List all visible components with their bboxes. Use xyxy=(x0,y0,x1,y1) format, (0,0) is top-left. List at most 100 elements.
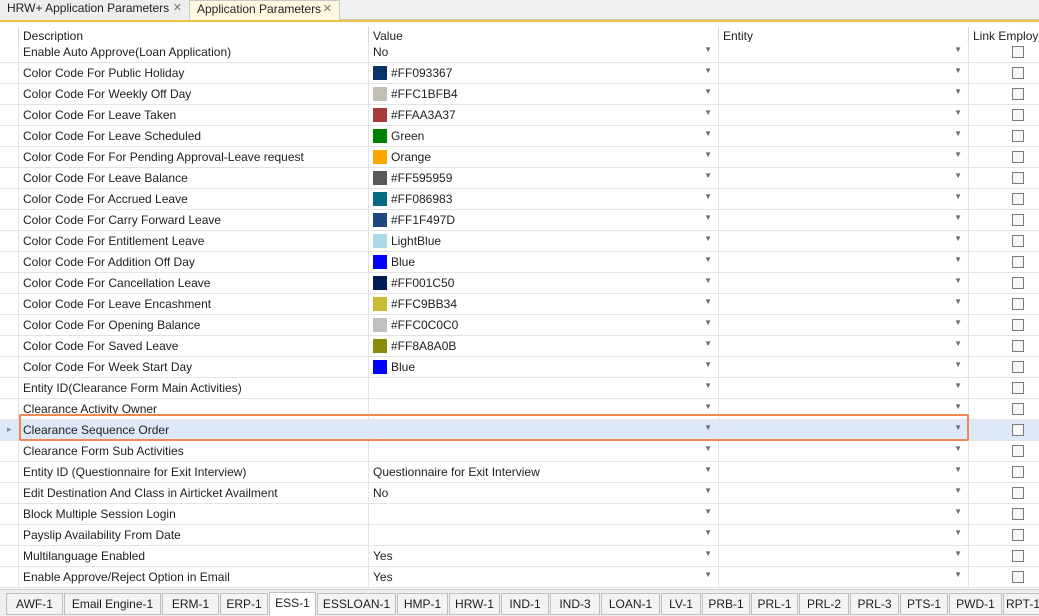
description-cell[interactable]: Enable Auto Approve(Loan Application) xyxy=(19,42,369,62)
table-row[interactable]: Color Code For Weekly Off Day #FFC1BFB4 ▼ ▼ xyxy=(0,84,1039,105)
entity-cell[interactable]: ▼ xyxy=(719,252,969,272)
dropdown-arrow-icon[interactable]: ▼ xyxy=(954,570,962,579)
module-tab-prb-1[interactable]: PRB-1 xyxy=(702,593,750,615)
value-cell[interactable]: #FF093367 ▼ xyxy=(369,63,719,83)
entity-cell[interactable]: ▼ xyxy=(719,525,969,545)
row-indicator[interactable] xyxy=(0,168,19,188)
row-indicator[interactable]: ▸ xyxy=(0,420,19,440)
value-cell[interactable]: #FF8A8A0B ▼ xyxy=(369,336,719,356)
row-indicator[interactable] xyxy=(0,105,19,125)
dropdown-arrow-icon[interactable]: ▼ xyxy=(704,528,712,537)
close-icon[interactable]: ✕ xyxy=(173,1,182,14)
link-employee-checkbox[interactable] xyxy=(1012,256,1024,268)
table-row[interactable]: Block Multiple Session Login ▼ ▼ xyxy=(0,504,1039,525)
dropdown-arrow-icon[interactable]: ▼ xyxy=(704,465,712,474)
description-cell[interactable]: Clearance Activity Owner xyxy=(19,399,369,419)
entity-cell[interactable]: ▼ xyxy=(719,357,969,377)
dropdown-arrow-icon[interactable]: ▼ xyxy=(954,486,962,495)
value-cell[interactable]: ▼ xyxy=(369,504,719,524)
entity-cell[interactable]: ▼ xyxy=(719,168,969,188)
value-cell[interactable]: No ▼ xyxy=(369,483,719,503)
dropdown-arrow-icon[interactable]: ▼ xyxy=(954,360,962,369)
dropdown-arrow-icon[interactable]: ▼ xyxy=(954,549,962,558)
dropdown-arrow-icon[interactable]: ▼ xyxy=(704,276,712,285)
module-tab-loan-1[interactable]: LOAN-1 xyxy=(601,593,660,615)
row-indicator[interactable] xyxy=(0,336,19,356)
row-indicator[interactable] xyxy=(0,525,19,545)
dropdown-arrow-icon[interactable]: ▼ xyxy=(704,318,712,327)
module-tab-email-engine-1[interactable]: Email Engine-1 xyxy=(64,593,161,615)
entity-cell[interactable]: ▼ xyxy=(719,441,969,461)
dropdown-arrow-icon[interactable]: ▼ xyxy=(954,276,962,285)
link-employee-checkbox[interactable] xyxy=(1012,151,1024,163)
table-row[interactable]: Enable Approve/Reject Option in Email Yes… xyxy=(0,567,1039,588)
module-tab-ind-1[interactable]: IND-1 xyxy=(501,593,549,615)
value-cell[interactable]: Orange ▼ xyxy=(369,147,719,167)
link-employee-checkbox[interactable] xyxy=(1012,214,1024,226)
link-employee-checkbox[interactable] xyxy=(1012,88,1024,100)
table-row[interactable]: Payslip Availability From Date ▼ ▼ xyxy=(0,525,1039,546)
description-cell[interactable]: Color Code For Opening Balance xyxy=(19,315,369,335)
value-cell[interactable]: ▼ xyxy=(369,441,719,461)
description-cell[interactable]: Color Code For Leave Encashment xyxy=(19,294,369,314)
tab-application-parameters[interactable]: Application Parameters ✕ xyxy=(189,0,340,21)
row-indicator[interactable] xyxy=(0,126,19,146)
link-employee-checkbox[interactable] xyxy=(1012,550,1024,562)
description-cell[interactable]: Enable Approve/Reject Option in Email xyxy=(19,567,369,587)
dropdown-arrow-icon[interactable]: ▼ xyxy=(954,465,962,474)
dropdown-arrow-icon[interactable]: ▼ xyxy=(954,129,962,138)
dropdown-arrow-icon[interactable]: ▼ xyxy=(704,339,712,348)
module-tab-rpt-1[interactable]: RPT-1 xyxy=(1003,593,1039,615)
link-employee-checkbox[interactable] xyxy=(1012,466,1024,478)
description-cell[interactable]: Color Code For Public Holiday xyxy=(19,63,369,83)
entity-cell[interactable]: ▼ xyxy=(719,231,969,251)
module-tab-ess-1[interactable]: ESS-1 xyxy=(269,592,316,616)
dropdown-arrow-icon[interactable]: ▼ xyxy=(954,66,962,75)
value-cell[interactable]: No ▼ xyxy=(369,42,719,62)
row-indicator[interactable] xyxy=(0,84,19,104)
entity-cell[interactable]: ▼ xyxy=(719,546,969,566)
dropdown-arrow-icon[interactable]: ▼ xyxy=(954,192,962,201)
description-cell[interactable]: Color Code For Addition Off Day xyxy=(19,252,369,272)
link-employee-checkbox[interactable] xyxy=(1012,130,1024,142)
description-cell[interactable]: Color Code For Accrued Leave xyxy=(19,189,369,209)
row-indicator[interactable] xyxy=(0,273,19,293)
table-row[interactable]: Color Code For Leave Balance #FF595959 ▼ ▼ xyxy=(0,168,1039,189)
dropdown-arrow-icon[interactable]: ▼ xyxy=(954,213,962,222)
entity-cell[interactable]: ▼ xyxy=(719,294,969,314)
table-row[interactable]: Entity ID(Clearance Form Main Activities… xyxy=(0,378,1039,399)
table-row[interactable]: Clearance Activity Owner ▼ ▼ xyxy=(0,399,1039,420)
close-icon[interactable]: ✕ xyxy=(323,2,332,15)
dropdown-arrow-icon[interactable]: ▼ xyxy=(954,234,962,243)
dropdown-arrow-icon[interactable]: ▼ xyxy=(704,381,712,390)
description-cell[interactable]: Clearance Form Sub Activities xyxy=(19,441,369,461)
dropdown-arrow-icon[interactable]: ▼ xyxy=(954,381,962,390)
dropdown-arrow-icon[interactable]: ▼ xyxy=(954,297,962,306)
link-employee-checkbox[interactable] xyxy=(1012,487,1024,499)
dropdown-arrow-icon[interactable]: ▼ xyxy=(704,402,712,411)
row-indicator[interactable] xyxy=(0,399,19,419)
value-cell[interactable]: LightBlue ▼ xyxy=(369,231,719,251)
value-cell[interactable]: Questionnaire for Exit Interview ▼ xyxy=(369,462,719,482)
row-indicator[interactable] xyxy=(0,231,19,251)
link-employee-checkbox[interactable] xyxy=(1012,403,1024,415)
link-employee-checkbox[interactable] xyxy=(1012,424,1024,436)
entity-cell[interactable]: ▼ xyxy=(719,84,969,104)
table-row[interactable]: Multilanguage Enabled Yes ▼ ▼ xyxy=(0,546,1039,567)
entity-cell[interactable]: ▼ xyxy=(719,42,969,62)
dropdown-arrow-icon[interactable]: ▼ xyxy=(704,570,712,579)
dropdown-arrow-icon[interactable]: ▼ xyxy=(704,255,712,264)
row-indicator[interactable] xyxy=(0,504,19,524)
module-tab-pwd-1[interactable]: PWD-1 xyxy=(949,593,1002,615)
dropdown-arrow-icon[interactable]: ▼ xyxy=(704,213,712,222)
dropdown-arrow-icon[interactable]: ▼ xyxy=(954,150,962,159)
description-cell[interactable]: Color Code For Saved Leave xyxy=(19,336,369,356)
dropdown-arrow-icon[interactable]: ▼ xyxy=(704,66,712,75)
module-tab-erm-1[interactable]: ERM-1 xyxy=(162,593,219,615)
dropdown-arrow-icon[interactable]: ▼ xyxy=(704,108,712,117)
module-tab-hrw-1[interactable]: HRW-1 xyxy=(449,593,500,615)
row-indicator[interactable] xyxy=(0,462,19,482)
description-cell[interactable]: Color Code For For Pending Approval-Leav… xyxy=(19,147,369,167)
link-employee-checkbox[interactable] xyxy=(1012,109,1024,121)
link-employee-checkbox[interactable] xyxy=(1012,508,1024,520)
